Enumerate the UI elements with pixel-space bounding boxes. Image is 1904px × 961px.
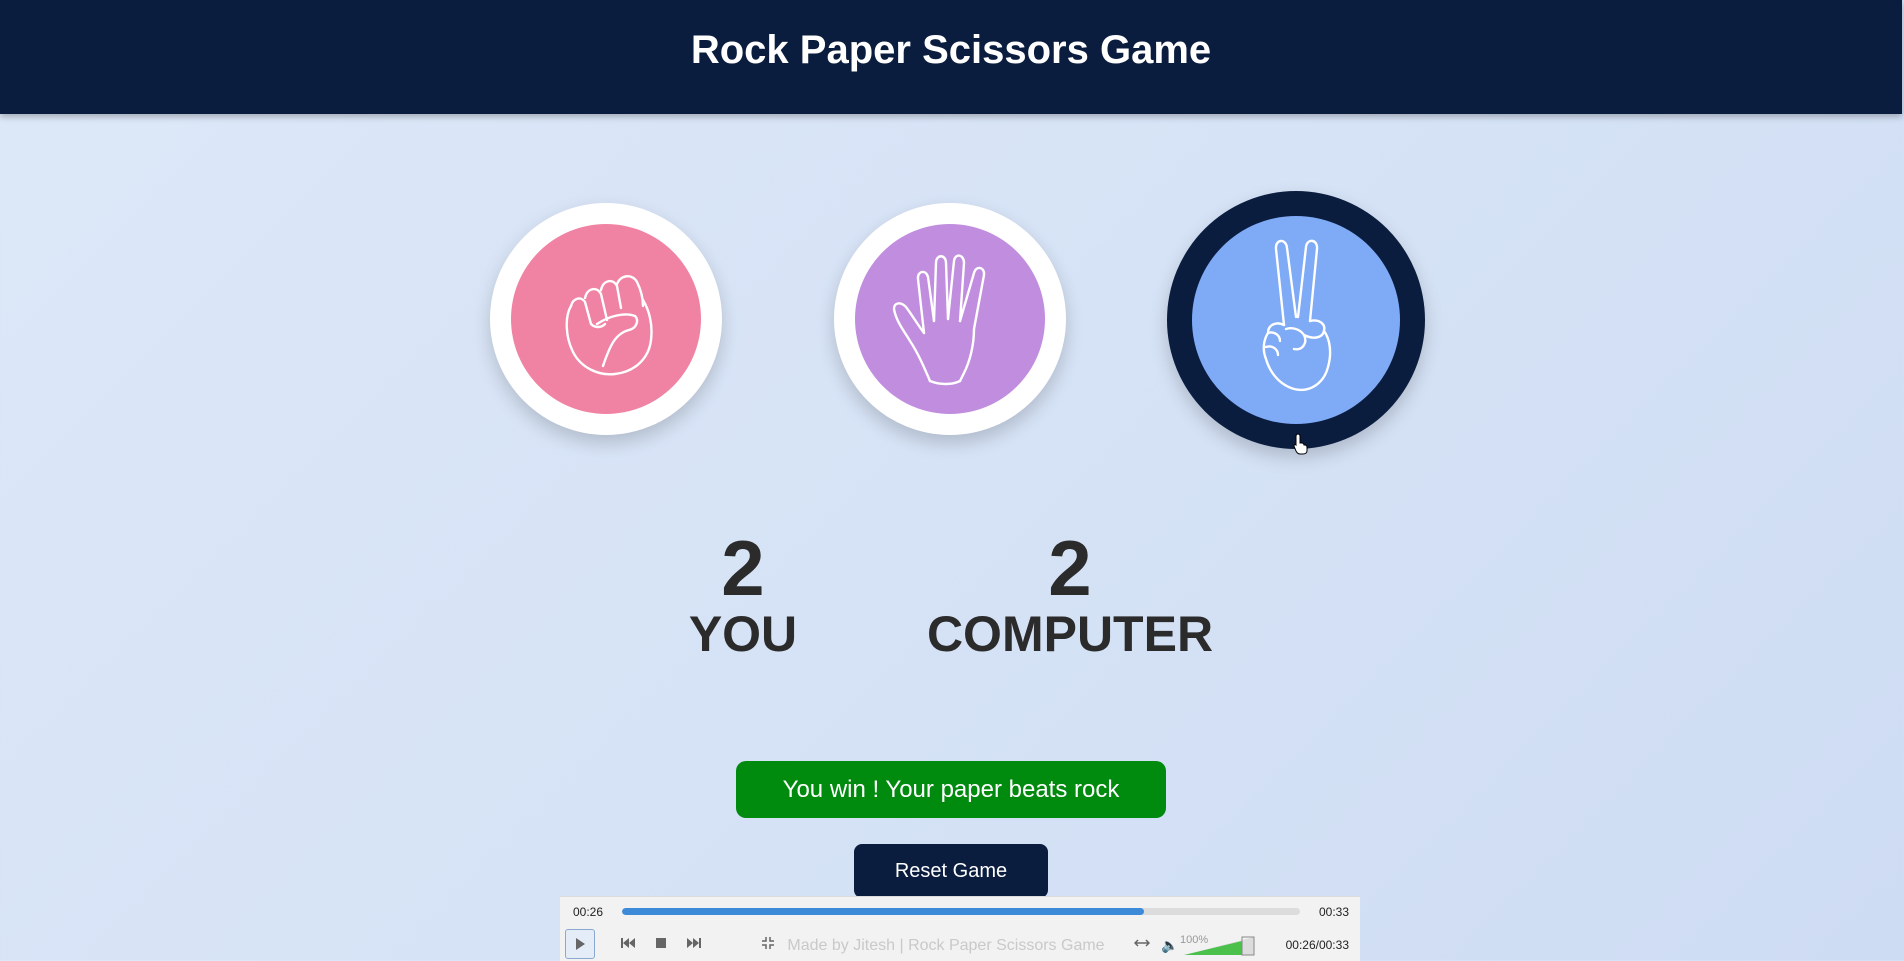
user-score-value: 2 — [721, 524, 765, 612]
seek-bar[interactable] — [622, 908, 1300, 915]
seek-bar-fill — [622, 908, 1145, 915]
total-time: 00:33 — [1318, 905, 1349, 919]
volume-slider[interactable] — [1182, 935, 1256, 957]
rock-fist-icon — [565, 275, 653, 376]
previous-button[interactable] — [616, 931, 640, 955]
skip-back-icon — [621, 938, 635, 948]
scissors-hand-icon — [1262, 239, 1332, 392]
user-score: 2 YOU — [663, 528, 823, 662]
expand-horizontal-icon — [1134, 939, 1150, 947]
user-score-label: YOU — [688, 606, 798, 662]
rock-choice-inner — [511, 224, 701, 414]
paper-choice-button[interactable] — [834, 203, 1066, 435]
paper-hand-icon — [892, 254, 986, 386]
time-readout: 00:26/00:33 — [1285, 938, 1349, 952]
result-message: You win ! Your paper beats rock — [736, 761, 1166, 818]
app-header: Rock Paper Scissors Game — [0, 0, 1902, 114]
computer-score: 2 COMPUTER — [910, 528, 1230, 662]
scissors-choice-button[interactable] — [1167, 191, 1425, 449]
skip-forward-icon — [687, 938, 701, 948]
stop-icon — [656, 938, 666, 948]
scissors-choice-inner — [1192, 216, 1400, 424]
computer-score-label: COMPUTER — [926, 606, 1214, 662]
shrink-icon — [762, 937, 774, 949]
rock-choice-button[interactable] — [490, 203, 722, 435]
play-icon — [576, 938, 585, 950]
play-button[interactable] — [565, 929, 595, 959]
volume-icon[interactable]: 🔈 — [1161, 937, 1178, 954]
stop-button[interactable] — [649, 931, 673, 955]
mouse-pointer-icon — [1293, 433, 1308, 455]
footer-credit: Made by Jitesh | Rock Paper Scissors Gam… — [787, 937, 1105, 954]
current-time: 00:26 — [573, 905, 604, 919]
computer-score-value: 2 — [1048, 524, 1092, 612]
reset-game-button[interactable]: Reset Game — [854, 844, 1048, 898]
expand-button[interactable] — [1130, 931, 1154, 955]
media-player-bar: 00:26 00:33 Made by Jitesh | Rock Paper … — [560, 896, 1360, 961]
paper-choice-inner — [855, 224, 1045, 414]
next-button[interactable] — [682, 931, 706, 955]
page-title: Rock Paper Scissors Game — [690, 27, 1212, 72]
